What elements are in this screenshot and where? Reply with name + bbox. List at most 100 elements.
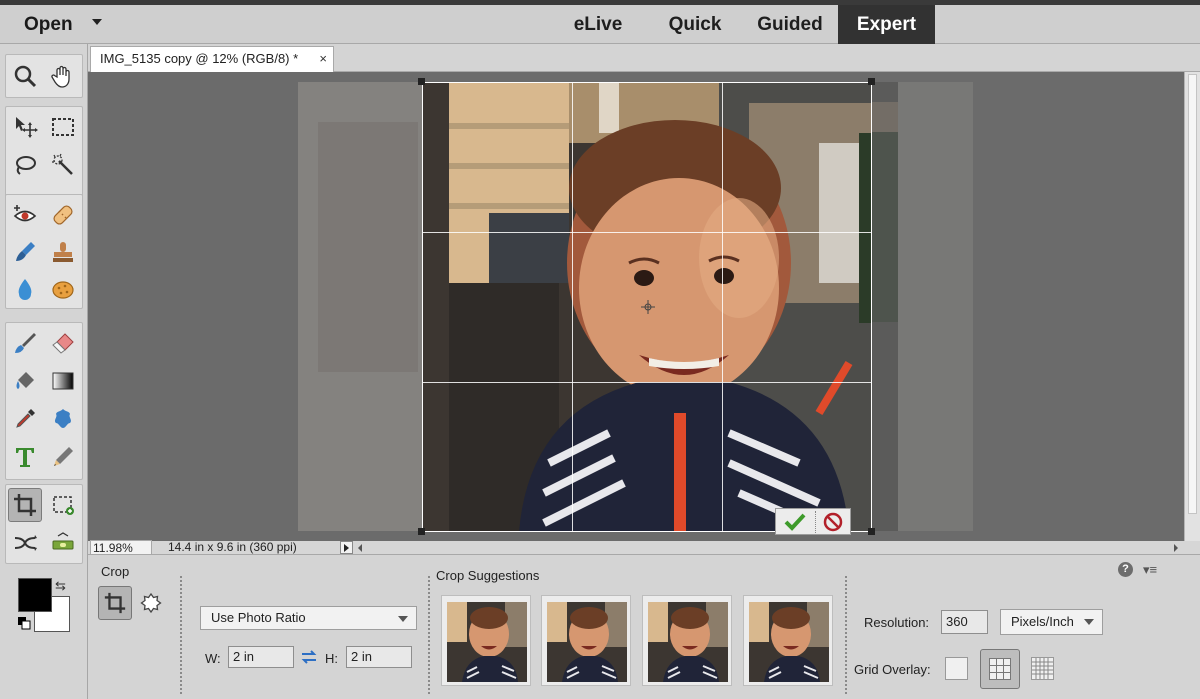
- sponge-tool-icon[interactable]: [46, 272, 80, 306]
- crop-handle-bottom-right[interactable]: [868, 528, 875, 535]
- crop-rectangle[interactable]: [422, 82, 872, 532]
- commit-crop-button[interactable]: [778, 511, 812, 533]
- crop-tool-option-icon: [104, 592, 126, 614]
- grid-icon: [1032, 658, 1053, 679]
- crop-handle-bottom-left[interactable]: [418, 528, 425, 535]
- suggestion-image: [749, 602, 829, 682]
- tab-elive[interactable]: eLive: [553, 5, 643, 44]
- suggestion-image: [648, 602, 728, 682]
- open-dropdown-icon[interactable]: [92, 19, 102, 25]
- default-colors-icon[interactable]: [17, 616, 31, 630]
- tab-guided[interactable]: Guided: [743, 5, 837, 44]
- red-eye-tool-icon[interactable]: [8, 198, 42, 232]
- crop-handle-top-left[interactable]: [418, 78, 425, 85]
- custom-shape-tool-icon[interactable]: [46, 402, 80, 436]
- crop-suggestion-thumbnail[interactable]: [441, 595, 531, 686]
- crop-center-icon: [641, 300, 655, 314]
- clone-stamp-tool-icon[interactable]: [46, 235, 80, 269]
- document-tab-title: IMG_5135 copy @ 12% (RGB/8) *: [100, 51, 299, 66]
- tab-expert[interactable]: Expert: [838, 5, 935, 44]
- cookie-cutter-mode-button[interactable]: [134, 586, 168, 620]
- width-label: W:: [205, 651, 221, 666]
- swap-dimensions-icon[interactable]: [300, 649, 318, 665]
- quick-selection-tool-icon[interactable]: [46, 148, 80, 182]
- crop-handle-top-right[interactable]: [868, 78, 875, 85]
- checkmark-icon: [784, 513, 806, 531]
- suggestion-image: [547, 602, 627, 682]
- tool-name-label: Crop: [101, 564, 130, 579]
- resolution-field[interactable]: 360: [941, 610, 988, 634]
- crop-suggestion-thumbnail[interactable]: [642, 595, 732, 686]
- crop-suggestion-thumbnail[interactable]: [541, 595, 631, 686]
- toolbox: ⇆: [0, 44, 88, 699]
- status-menu-button[interactable]: [340, 541, 353, 554]
- width-field[interactable]: 2 in: [228, 646, 294, 668]
- aspect-ratio-dropdown[interactable]: Use Photo Ratio: [200, 606, 417, 630]
- document-tab-bar: IMG_5135 copy @ 12% (RGB/8) * ×: [88, 44, 1200, 72]
- cancel-icon: [823, 512, 842, 532]
- scroll-left-icon[interactable]: [358, 544, 362, 552]
- swap-colors-icon[interactable]: ⇆: [55, 578, 66, 594]
- grid-overlay-label: Grid Overlay:: [854, 662, 931, 677]
- crop-tool-icon[interactable]: [8, 488, 42, 522]
- grid-overlay-thirds-button[interactable]: [980, 649, 1020, 689]
- help-icon[interactable]: ?: [1118, 562, 1133, 577]
- document-size-info: 14.4 in x 9.6 in (360 ppi): [168, 540, 297, 554]
- close-document-icon[interactable]: ×: [319, 47, 327, 71]
- spot-healing-tool-icon[interactable]: [46, 198, 80, 232]
- marquee-tool-icon[interactable]: [46, 110, 80, 144]
- zoom-tool-icon[interactable]: [8, 59, 42, 93]
- tool-group-enhance: [5, 194, 83, 309]
- zoom-level-field[interactable]: 11.98%: [90, 540, 152, 555]
- type-tool-icon[interactable]: [8, 440, 42, 474]
- cookie-cutter-icon: [140, 592, 162, 614]
- grid-overlay-grid-button[interactable]: [1031, 657, 1054, 680]
- crop-mode-button[interactable]: [98, 586, 132, 620]
- tool-group-draw: [5, 322, 83, 480]
- vertical-scrollbar[interactable]: [1184, 72, 1200, 541]
- options-separator: [180, 576, 182, 694]
- crop-grid-line: [423, 232, 871, 233]
- pencil-tool-icon[interactable]: [46, 440, 80, 474]
- cancel-crop-button[interactable]: [815, 511, 849, 533]
- top-menu-bar: Open eLive Quick Guided Expert: [0, 0, 1200, 44]
- crop-commit-bar: [775, 508, 851, 535]
- gradient-tool-icon[interactable]: [46, 364, 80, 398]
- panel-menu-icon[interactable]: ▾≡: [1143, 562, 1157, 578]
- scroll-right-icon[interactable]: [1174, 544, 1178, 552]
- straighten-tool-icon[interactable]: [46, 526, 80, 560]
- open-button[interactable]: Open: [24, 14, 73, 36]
- options-separator: [845, 576, 847, 694]
- rule-of-thirds-icon: [989, 658, 1011, 680]
- brush-tool-icon[interactable]: [8, 326, 42, 360]
- recompose-tool-icon[interactable]: [46, 488, 80, 522]
- crop-grid-line: [722, 83, 723, 531]
- smart-brush-tool-icon[interactable]: [8, 235, 42, 269]
- crop-suggestion-thumbnail[interactable]: [743, 595, 833, 686]
- move-tool-icon[interactable]: [8, 110, 42, 144]
- resolution-label: Resolution:: [864, 615, 930, 630]
- grid-overlay-none-button[interactable]: [945, 657, 968, 680]
- crop-grid-line: [423, 382, 871, 383]
- document-tab[interactable]: IMG_5135 copy @ 12% (RGB/8) * ×: [90, 46, 334, 72]
- blur-tool-icon[interactable]: [8, 272, 42, 306]
- tool-group-modify: [5, 484, 83, 564]
- vertical-scroll-thumb[interactable]: [1188, 74, 1197, 514]
- tool-options-panel: Crop Use Photo Ratio W: 2 in H: 2 in Cro…: [88, 556, 1200, 699]
- foreground-color-swatch[interactable]: [18, 578, 52, 612]
- content-aware-move-tool-icon[interactable]: [8, 526, 42, 560]
- crop-grid-line: [572, 83, 573, 531]
- suggestion-image: [447, 602, 527, 682]
- tab-quick[interactable]: Quick: [650, 5, 740, 44]
- eyedropper-tool-icon[interactable]: [8, 402, 42, 436]
- resolution-unit-dropdown[interactable]: Pixels/Inch: [1000, 609, 1103, 635]
- hand-tool-icon[interactable]: [46, 59, 80, 93]
- tool-group-view: [5, 54, 83, 98]
- paint-bucket-tool-icon[interactable]: [8, 364, 42, 398]
- image-canvas[interactable]: [88, 72, 1184, 541]
- options-separator: [428, 576, 430, 694]
- height-field[interactable]: 2 in: [346, 646, 412, 668]
- lasso-tool-icon[interactable]: [8, 148, 42, 182]
- crop-suggestions-label: Crop Suggestions: [436, 568, 540, 583]
- eraser-tool-icon[interactable]: [46, 326, 80, 360]
